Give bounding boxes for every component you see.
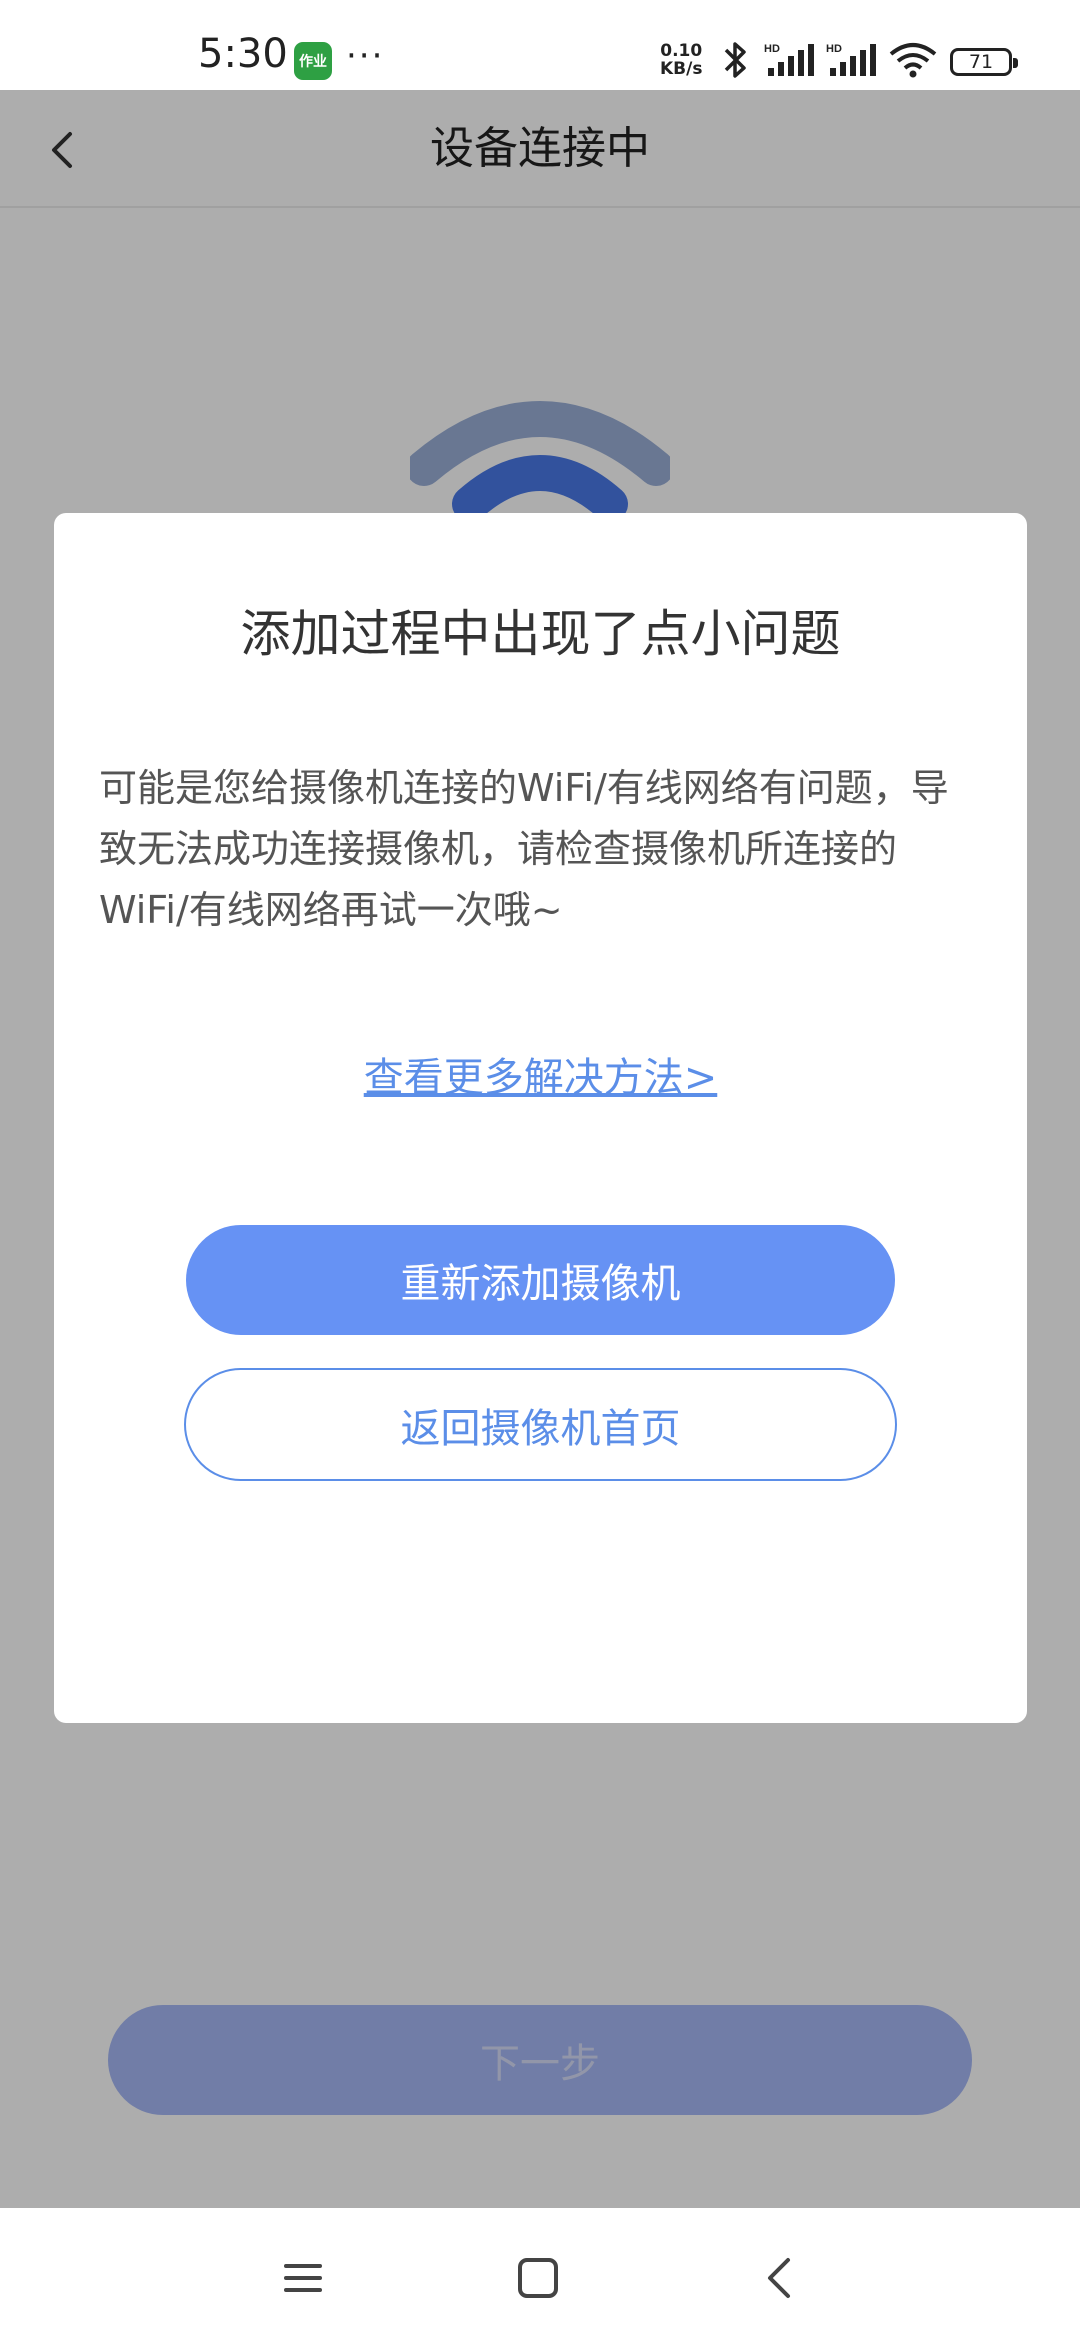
back-chevron-icon[interactable] xyxy=(760,2254,800,2306)
bluetooth-icon xyxy=(718,40,752,84)
re-add-camera-button[interactable]: 重新添加摄像机 xyxy=(186,1225,895,1335)
home-square-icon[interactable] xyxy=(516,2256,560,2304)
system-nav-bar xyxy=(0,2208,1080,2340)
network-speed: 0.10 KB/s xyxy=(660,42,702,78)
cell-signal-icon-2: HD xyxy=(826,42,880,82)
cell-signal-icon: HD xyxy=(764,42,818,82)
status-bar: 5:30 作业 ··· 0.10 KB/s HD HD 71 xyxy=(0,0,1080,90)
battery-icon: 71 xyxy=(950,48,1018,76)
dialog-message: 可能是您给摄像机连接的WiFi/有线网络有问题，导致无法成功连接摄像机，请检查摄… xyxy=(99,766,949,932)
more-notifications-icon: ··· xyxy=(346,36,385,76)
network-speed-unit: KB/s xyxy=(660,59,703,79)
status-time: 5:30 xyxy=(198,31,288,77)
wifi-icon xyxy=(888,42,938,82)
svg-text:HD: HD xyxy=(826,43,842,55)
network-speed-value: 0.10 xyxy=(660,41,703,61)
back-to-camera-home-button[interactable]: 返回摄像机首页 xyxy=(184,1368,897,1481)
app-notification-icon: 作业 xyxy=(294,42,332,80)
svg-text:HD: HD xyxy=(764,43,780,55)
more-solutions-link[interactable]: 查看更多解决方法> xyxy=(54,1053,1027,1103)
dialog-title: 添加过程中出现了点小问题 xyxy=(240,605,841,663)
menu-icon[interactable] xyxy=(282,2258,324,2302)
error-dialog: 添加过程中出现了点小问题 可能是您给摄像机连接的WiFi/有线网络有问题，导致无… xyxy=(54,513,1027,1723)
